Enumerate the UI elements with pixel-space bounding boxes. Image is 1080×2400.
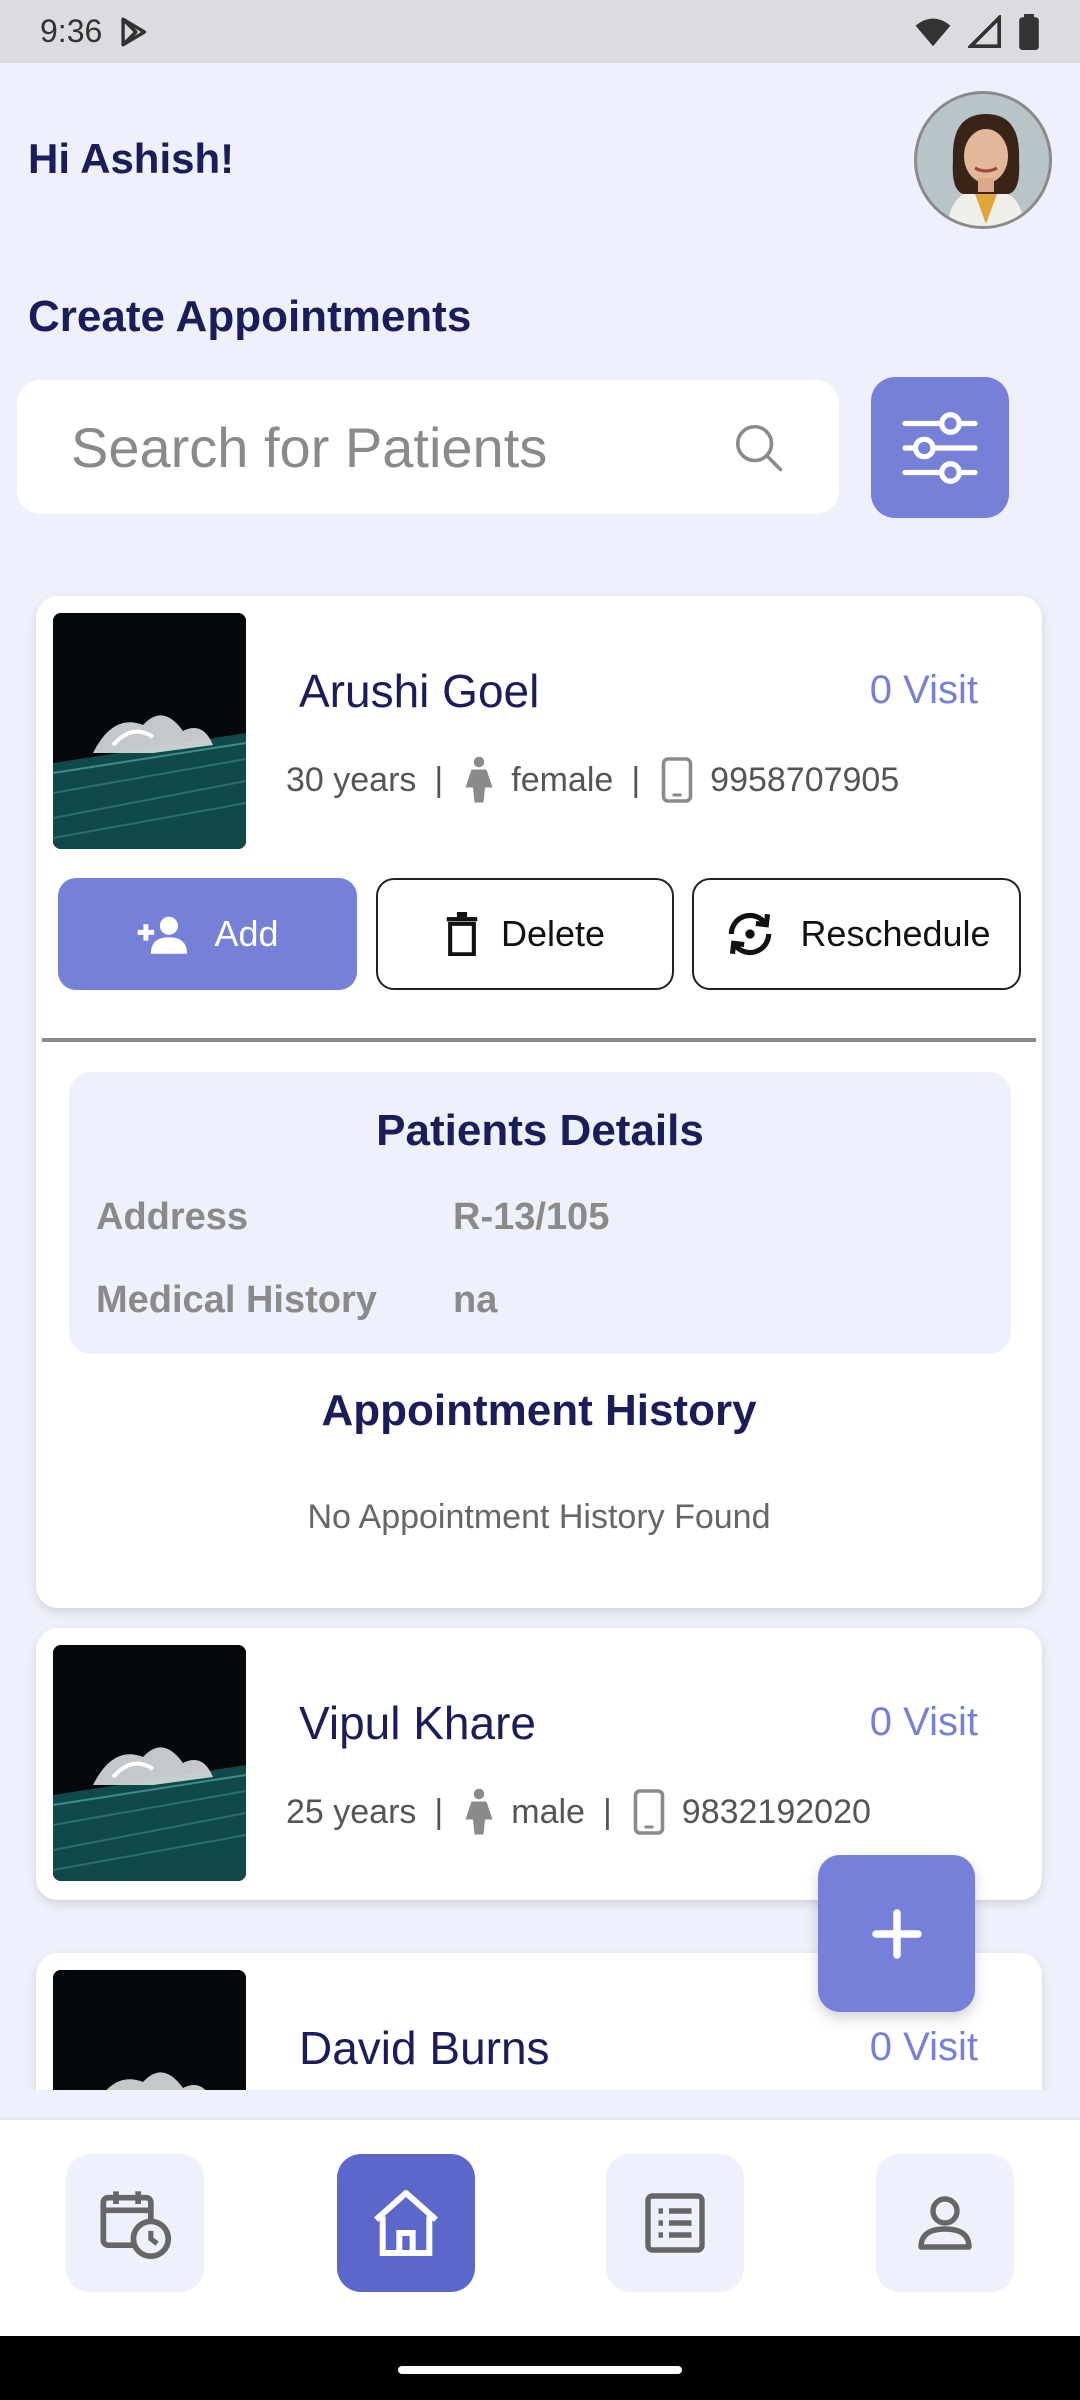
reschedule-button[interactable]: Reschedule xyxy=(692,878,1021,990)
medical-history-label: Medical History xyxy=(96,1279,377,1321)
address-value: R-13/105 xyxy=(453,1196,610,1238)
visit-count: 0 Visit xyxy=(869,2025,978,2069)
divider xyxy=(42,1038,1036,1042)
add-person-icon xyxy=(138,916,188,954)
home-gesture-handle[interactable] xyxy=(398,2366,682,2374)
patient-name[interactable]: Arushi Goel xyxy=(299,664,539,718)
search-icon[interactable] xyxy=(731,420,785,474)
bottom-navigation xyxy=(0,2118,1080,2336)
patient-meta: 30 years | female | 9958707905 xyxy=(286,756,899,804)
delete-label: Delete xyxy=(500,913,606,954)
patient-details-panel: Patients Details Address R-13/105 Medica… xyxy=(69,1072,1011,1354)
nav-profile[interactable] xyxy=(876,2154,1014,2292)
patient-photo xyxy=(53,1970,246,2090)
battery-icon xyxy=(1019,13,1039,50)
visit-count: 0 Visit xyxy=(869,1700,978,1744)
separator: | xyxy=(602,1792,612,1831)
reschedule-icon xyxy=(729,912,772,956)
calendar-clock-icon xyxy=(100,2191,172,2260)
phone-icon xyxy=(661,757,693,803)
reschedule-label: Reschedule xyxy=(800,913,991,954)
separator: | xyxy=(434,1792,444,1831)
patient-name[interactable]: David Burns xyxy=(299,2021,550,2075)
patient-photo xyxy=(53,1645,246,1881)
appointment-history-empty: No Appointment History Found xyxy=(307,1498,771,1536)
search-input[interactable]: Search for Patients xyxy=(17,380,839,514)
visit-count: 0 Visit xyxy=(869,668,978,712)
phone-icon xyxy=(633,1789,665,1835)
add-button[interactable]: Add xyxy=(58,878,357,990)
trash-icon xyxy=(446,912,478,956)
list-icon xyxy=(645,2193,705,2253)
nav-appointments[interactable] xyxy=(66,2154,204,2292)
greeting-text: Hi Ashish! xyxy=(28,135,235,182)
signal-icon xyxy=(968,14,1002,48)
clock-text: 9:36 xyxy=(40,13,103,49)
home-icon xyxy=(374,2190,438,2256)
patient-phone: 9958707905 xyxy=(710,760,900,799)
medical-history-value: na xyxy=(453,1279,498,1321)
nav-list[interactable] xyxy=(606,2154,744,2292)
delete-button[interactable]: Delete xyxy=(376,878,674,990)
separator: | xyxy=(434,760,444,799)
add-appointment-fab[interactable] xyxy=(818,1855,975,2012)
patient-photo xyxy=(53,613,246,849)
appointment-history-title: Appointment History xyxy=(321,1386,757,1435)
wifi-icon xyxy=(915,18,951,46)
patient-name[interactable]: Vipul Khare xyxy=(299,1696,536,1750)
plus-icon xyxy=(871,1908,922,1959)
patient-gender: male xyxy=(511,1792,585,1831)
male-icon xyxy=(465,1788,493,1835)
search-placeholder: Search for Patients xyxy=(71,415,548,479)
separator: | xyxy=(631,760,641,799)
patient-meta: 25 years | male | 9832192020 xyxy=(286,1788,871,1836)
female-icon xyxy=(465,756,493,803)
address-label: Address xyxy=(96,1196,249,1238)
patient-details-title: Patients Details xyxy=(376,1106,704,1155)
add-label: Add xyxy=(214,913,279,954)
nav-home[interactable] xyxy=(337,2154,475,2292)
create-appointments-title: Create Appointments xyxy=(28,292,472,341)
patient-gender: female xyxy=(511,760,614,799)
patient-age: 25 years xyxy=(286,1792,417,1831)
patient-card[interactable]: Arushi Goel 0 Visit 30 years | female | … xyxy=(36,596,1042,1608)
system-navigation-bar xyxy=(0,2336,1080,2400)
doctor-avatar[interactable] xyxy=(914,91,1052,229)
patient-phone: 9832192020 xyxy=(681,1792,871,1831)
play-store-icon xyxy=(121,17,147,46)
patient-age: 30 years xyxy=(286,760,417,799)
profile-icon xyxy=(918,2196,972,2250)
status-time: 9:36 xyxy=(40,13,150,50)
status-bar: 9:36 xyxy=(0,0,1080,63)
filter-sliders-icon xyxy=(902,411,978,484)
filter-button[interactable] xyxy=(871,377,1009,518)
